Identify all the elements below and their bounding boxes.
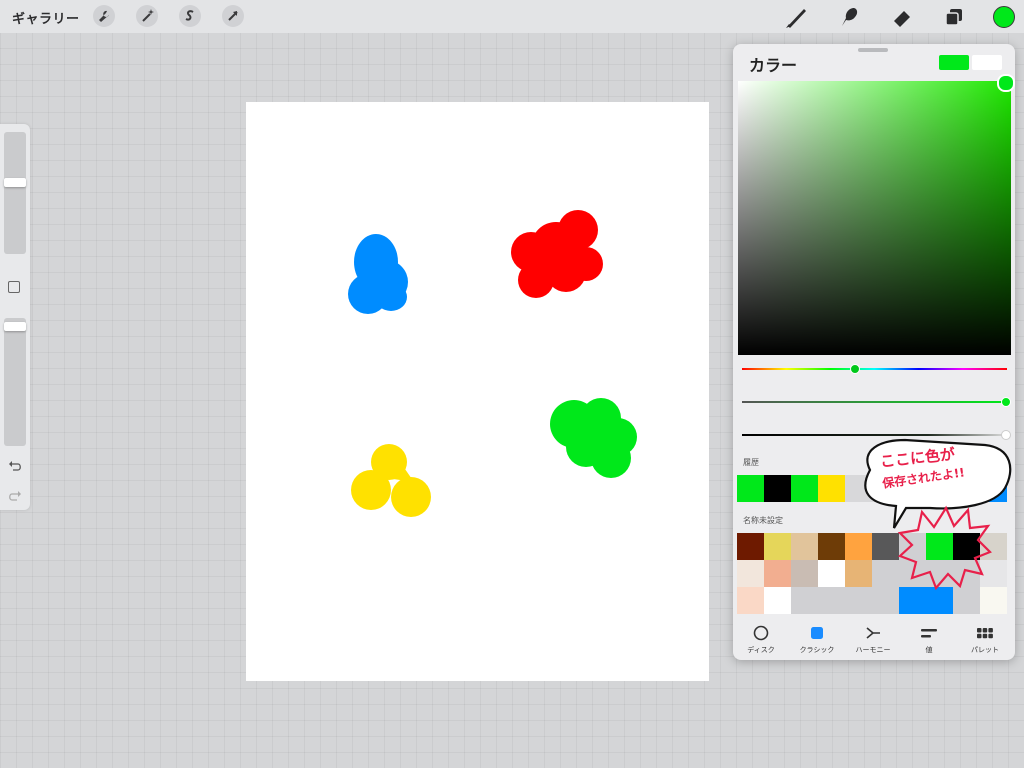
red-blob [511, 210, 603, 298]
history-swatch[interactable] [926, 475, 953, 502]
history-label: 履歴 [743, 458, 759, 467]
palette-swatch[interactable] [818, 587, 845, 614]
tab-harmony[interactable]: ハーモニー [845, 620, 901, 660]
palette-swatch[interactable] [737, 533, 764, 560]
history-swatch[interactable] [845, 475, 872, 502]
palette-label: 名称未設定 [743, 516, 783, 525]
palette-swatch[interactable] [818, 533, 845, 560]
palette-swatch[interactable] [791, 560, 818, 587]
history-swatch[interactable] [818, 475, 845, 502]
brightness-slider-knob[interactable] [1001, 430, 1011, 440]
brush-size-slider[interactable] [4, 132, 26, 254]
palette-swatch[interactable] [845, 533, 872, 560]
tab-label: 値 [925, 646, 933, 654]
color-mode-tabs: ディスク クラシック ハーモニー 値 パレット [733, 620, 1015, 660]
palette-swatch[interactable] [791, 587, 818, 614]
palette-swatch[interactable] [818, 560, 845, 587]
magic-wand-icon[interactable] [136, 5, 158, 27]
panel-grabber[interactable] [858, 48, 888, 52]
green-blob [550, 398, 637, 478]
saturation-brightness-picker[interactable] [738, 81, 1011, 355]
palette-swatch[interactable] [980, 587, 1007, 614]
palette-swatch[interactable] [953, 560, 980, 587]
palette-swatch[interactable] [791, 533, 818, 560]
picker-handle[interactable] [997, 74, 1015, 92]
opacity-slider[interactable] [4, 318, 26, 446]
value-sliders-icon [921, 625, 937, 641]
history-swatch[interactable] [737, 475, 764, 502]
palette-swatch[interactable] [872, 560, 899, 587]
palette-row [737, 560, 1007, 587]
layers-icon[interactable] [941, 4, 967, 30]
tab-label: ハーモニー [855, 646, 891, 654]
brush-size-thumb[interactable] [4, 178, 26, 187]
hue-slider-knob[interactable] [850, 364, 860, 374]
palette-row [737, 587, 1007, 614]
color-panel: カラー 履歴 名称未設定 ディスク クラシック ハーモニー 値 パレット [733, 44, 1015, 660]
palette-swatch[interactable] [764, 533, 791, 560]
palette-row [737, 533, 1007, 560]
yellow-blob [351, 444, 431, 517]
brush-icon[interactable] [784, 4, 810, 30]
palette-swatch[interactable] [845, 560, 872, 587]
current-color-swatch[interactable] [939, 55, 969, 70]
history-swatches [737, 475, 1007, 502]
saturation-slider[interactable] [742, 401, 1007, 403]
palette-swatch[interactable] [872, 587, 899, 614]
hue-slider[interactable] [742, 368, 1007, 370]
palette-swatch[interactable] [980, 560, 1007, 587]
brightness-slider[interactable] [742, 434, 1007, 436]
history-swatch[interactable] [764, 475, 791, 502]
selection-s-icon[interactable] [179, 5, 201, 27]
current-color-button[interactable] [993, 6, 1015, 28]
tab-disc[interactable]: ディスク [733, 620, 789, 660]
palette-swatch[interactable] [845, 587, 872, 614]
palette-swatch[interactable] [926, 560, 953, 587]
tab-classic[interactable]: クラシック [789, 620, 845, 660]
history-swatch[interactable] [899, 475, 926, 502]
previous-color-swatch[interactable] [972, 55, 1002, 70]
blue-blob [348, 234, 408, 314]
palette-swatch[interactable] [899, 587, 926, 614]
harmony-icon [865, 625, 881, 641]
left-sidebar [0, 124, 30, 510]
disc-icon [753, 625, 769, 641]
modify-button[interactable] [8, 281, 20, 293]
eraser-icon[interactable] [889, 4, 915, 30]
tab-value[interactable]: 値 [901, 620, 957, 660]
palette-swatch[interactable] [737, 560, 764, 587]
history-swatch[interactable] [980, 475, 1007, 502]
undo-icon[interactable] [7, 458, 23, 474]
top-toolbar: ギャラリー [0, 0, 1024, 33]
palette-swatch[interactable] [737, 587, 764, 614]
redo-icon[interactable] [7, 488, 23, 504]
tab-label: クラシック [799, 646, 835, 654]
panel-title: カラー [749, 56, 798, 75]
palette-swatch[interactable] [980, 533, 1007, 560]
classic-square-icon [809, 625, 825, 641]
palette-swatch[interactable] [953, 587, 980, 614]
palette-swatch[interactable] [764, 560, 791, 587]
palette-swatch[interactable] [899, 560, 926, 587]
transform-arrow-icon[interactable] [222, 5, 244, 27]
history-swatch[interactable] [791, 475, 818, 502]
wrench-icon[interactable] [93, 5, 115, 27]
palette-swatch[interactable] [764, 587, 791, 614]
drawing-canvas[interactable] [246, 102, 709, 681]
palette-swatch[interactable] [953, 533, 980, 560]
tab-palette[interactable]: パレット [957, 620, 1013, 660]
history-swatch[interactable] [953, 475, 980, 502]
palette-swatch[interactable] [899, 533, 926, 560]
palette-swatch[interactable] [926, 587, 953, 614]
tab-label: ディスク [747, 646, 775, 654]
smudge-icon[interactable] [836, 4, 862, 30]
tab-label: パレット [971, 646, 999, 654]
palette-grid-icon [977, 625, 993, 641]
palette-swatch[interactable] [926, 533, 953, 560]
saturation-slider-knob[interactable] [1001, 397, 1011, 407]
history-swatch[interactable] [872, 475, 899, 502]
palette-swatch[interactable] [872, 533, 899, 560]
gallery-button[interactable]: ギャラリー [12, 8, 80, 27]
opacity-thumb[interactable] [4, 322, 26, 331]
